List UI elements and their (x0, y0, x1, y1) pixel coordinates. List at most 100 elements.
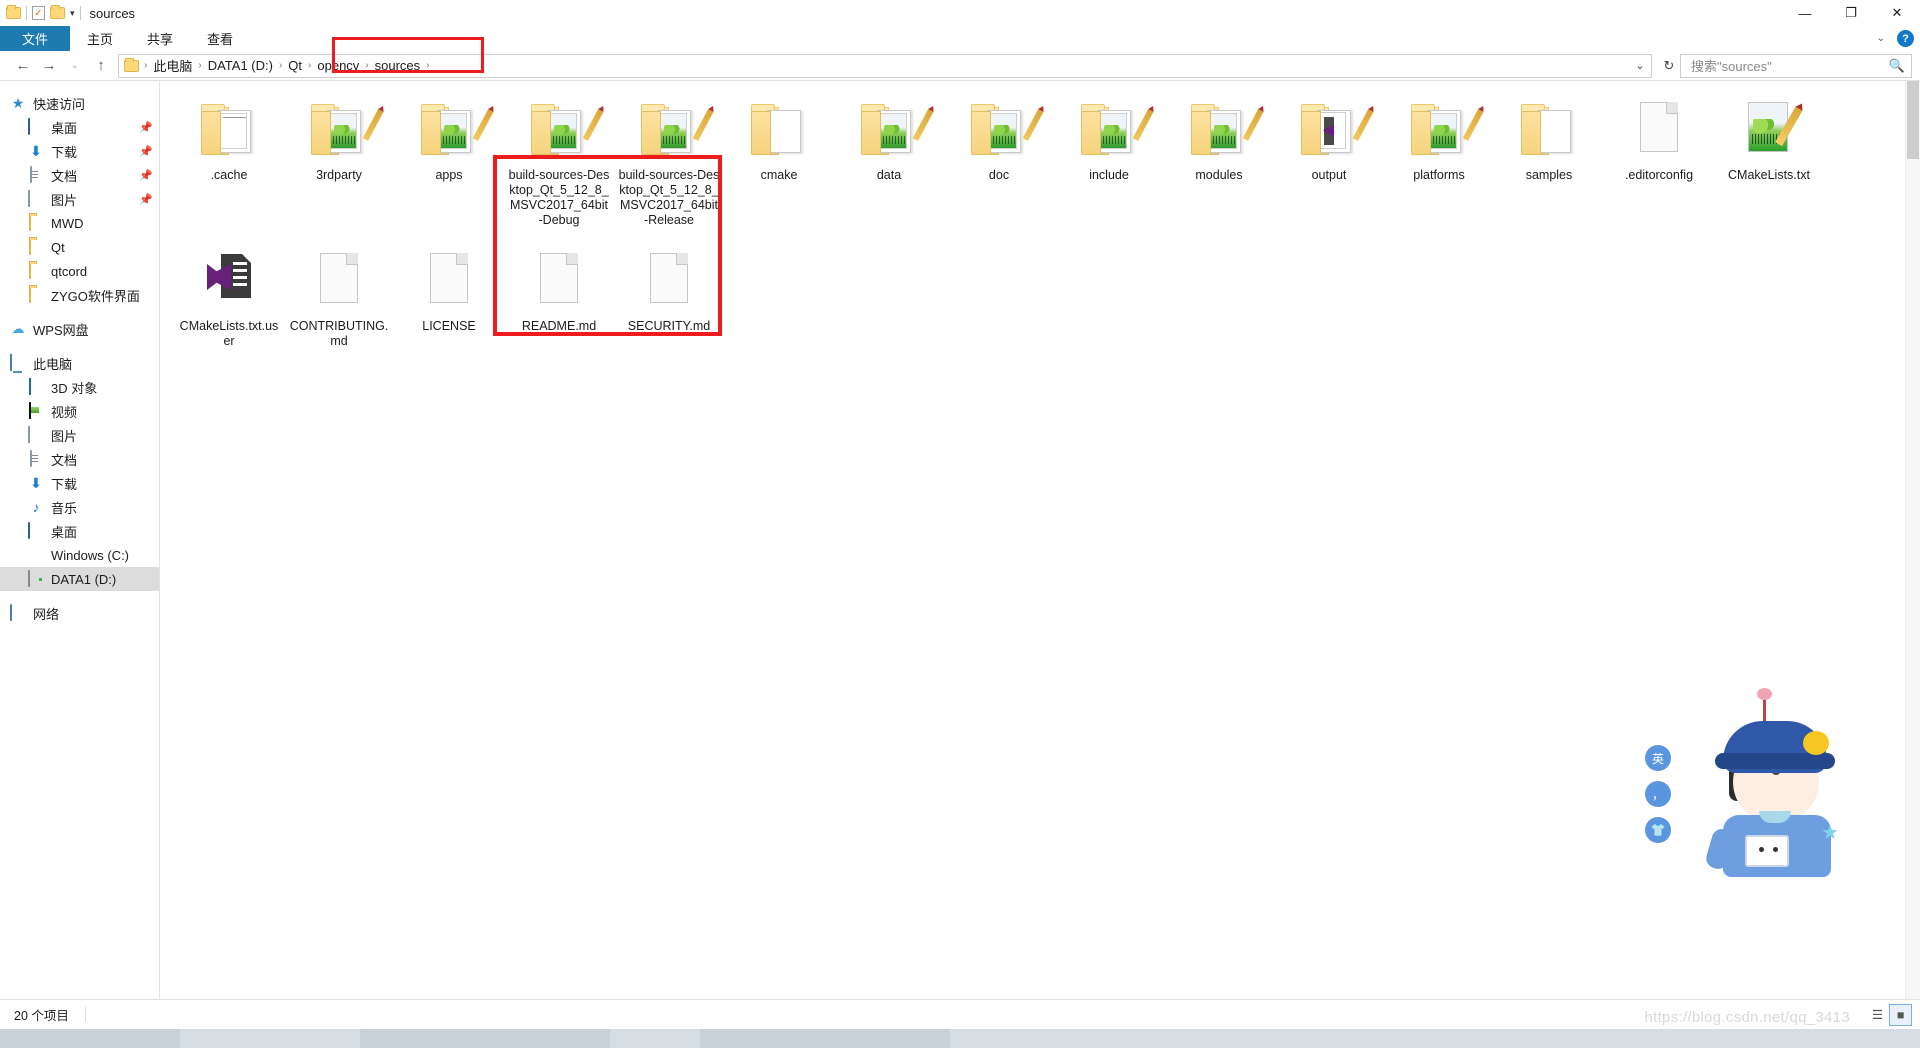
breadcrumb-item-data1[interactable]: DATA1 (D:) (203, 56, 278, 75)
file-item[interactable]: .cache (174, 95, 284, 232)
breadcrumb-item-sources[interactable]: sources (370, 56, 426, 75)
icon-grid: .cache 3rdparty apps build-sources-Deskt… (160, 81, 1920, 367)
pin-icon[interactable]: 📌 (139, 145, 153, 158)
sidebar-item-desktop-pc[interactable]: 桌面 (0, 519, 159, 543)
sidebar-item-pictures-pc[interactable]: 图片 (0, 423, 159, 447)
file-name: build-sources-Desktop_Qt_5_12_8_MSVC2017… (618, 168, 720, 227)
close-button[interactable]: ✕ (1874, 0, 1920, 26)
breadcrumb-separator: › (426, 60, 430, 71)
file-item[interactable]: output (1274, 95, 1384, 232)
recent-locations-button[interactable]: ⌄ (62, 53, 88, 79)
pin-icon[interactable]: 📌 (139, 169, 153, 182)
breadcrumb-item-qt[interactable]: Qt (283, 56, 307, 75)
chevron-down-icon[interactable]: ▾ (70, 8, 75, 19)
sidebar-item-downloads-pc[interactable]: ⬇ 下载 (0, 471, 159, 495)
ime-floating-widget[interactable]: 英 ， 👕 ★ (1645, 688, 1875, 887)
tab-view[interactable]: 查看 (190, 26, 250, 51)
sidebar-item-label: 文档 (51, 452, 78, 468)
file-item[interactable]: 3rdparty (284, 95, 394, 232)
ime-skin-button[interactable]: 👕 (1645, 817, 1671, 843)
search-input[interactable]: 搜索"sources" 🔍 (1680, 53, 1912, 78)
file-item[interactable]: data (834, 95, 944, 232)
ime-button-group: 英 ， 👕 (1645, 745, 1671, 843)
breadcrumb[interactable]: › 此电脑 › DATA1 (D:) › Qt › opencv › sourc… (118, 53, 1652, 78)
maximize-button[interactable]: ❐ (1828, 0, 1874, 26)
file-item[interactable]: README.md (504, 246, 614, 353)
sidebar-item-videos[interactable]: 视频 (0, 399, 159, 423)
sidebar-item-wps-cloud[interactable]: ☁ WPS网盘 (0, 317, 159, 341)
file-item[interactable]: platforms (1384, 95, 1494, 232)
details-view-icon[interactable]: ☰ (1866, 1004, 1889, 1026)
help-icon[interactable]: ? (1897, 30, 1914, 47)
sidebar-item-documents[interactable]: 文档 📌 (0, 163, 159, 187)
3d-objects-icon (29, 378, 31, 395)
file-item[interactable]: .editorconfig (1604, 95, 1714, 232)
navigation-pane[interactable]: ★ 快速访问 桌面 📌 ⬇ 下载 📌 文档 📌 图片 📌 MWD Qt qtco… (0, 81, 160, 1017)
sidebar-item-zygo[interactable]: ZYGO软件界面 (0, 283, 159, 307)
sidebar-item-qt[interactable]: Qt (0, 235, 159, 259)
back-button[interactable]: ← (10, 53, 36, 79)
scrollbar-thumb[interactable] (1907, 81, 1919, 159)
sidebar-item-documents-pc[interactable]: 文档 (0, 447, 159, 471)
refresh-icon[interactable]: ↻ (1658, 55, 1680, 77)
file-item[interactable]: modules (1164, 95, 1274, 232)
file-item[interactable]: doc (944, 95, 1054, 232)
sidebar-item-music[interactable]: ♪ 音乐 (0, 495, 159, 519)
documents-icon (30, 450, 32, 467)
minimize-button[interactable]: — (1782, 0, 1828, 26)
tab-home[interactable]: 主页 (70, 26, 130, 51)
properties-icon[interactable]: ✓ (32, 6, 45, 20)
search-icon[interactable]: 🔍 (1889, 58, 1905, 74)
taskbar-segment (0, 1029, 180, 1048)
file-name: SECURITY.md (627, 319, 711, 333)
sidebar-item-this-pc[interactable]: 此电脑 (0, 351, 159, 375)
breadcrumb-item-opencv[interactable]: opencv (312, 56, 364, 75)
new-folder-icon[interactable] (50, 5, 65, 19)
folder-icon[interactable] (6, 5, 21, 19)
tab-file[interactable]: 文件 (0, 26, 71, 51)
large-icons-view-icon[interactable]: ■ (1889, 1003, 1912, 1026)
ime-punctuation-toggle[interactable]: ， (1645, 781, 1671, 807)
chevron-down-icon[interactable]: ⌄ (1877, 33, 1885, 44)
file-item[interactable]: cmake (724, 95, 834, 232)
sidebar-item-network[interactable]: 网络 (0, 601, 159, 625)
this-pc-icon (10, 354, 12, 371)
file-item[interactable]: apps (394, 95, 504, 232)
sidebar-item-pictures[interactable]: 图片 📌 (0, 187, 159, 211)
chevron-down-icon[interactable]: ⌄ (1629, 55, 1651, 77)
sidebar-item-desktop[interactable]: 桌面 📌 (0, 115, 159, 139)
sidebar-item-downloads[interactable]: ⬇ 下载 📌 (0, 139, 159, 163)
folder-icon (1297, 101, 1374, 161)
breadcrumb-item-this-pc[interactable]: 此电脑 (148, 54, 197, 77)
ime-mascot[interactable]: ★ (1693, 688, 1853, 882)
pin-icon[interactable]: 📌 (139, 121, 153, 134)
sidebar-item-data1-d[interactable]: DATA1 (D:) (0, 567, 159, 591)
ime-language-toggle[interactable]: 英 (1645, 745, 1671, 771)
window-controls: — ❐ ✕ (1782, 0, 1920, 26)
sidebar-item-3d-objects[interactable]: 3D 对象 (0, 375, 159, 399)
file-item[interactable]: CMakeLists.txt.user (174, 246, 284, 353)
sidebar-item-windows-c[interactable]: Windows (C:) (0, 543, 159, 567)
file-item[interactable]: CMakeLists.txt (1714, 95, 1824, 232)
tab-share[interactable]: 共享 (130, 26, 190, 51)
sidebar-item-mwd[interactable]: MWD (0, 211, 159, 235)
sidebar-item-quick-access[interactable]: ★ 快速访问 (0, 91, 159, 115)
sidebar-item-qtcord[interactable]: qtcord (0, 259, 159, 283)
file-item[interactable]: build-sources-Desktop_Qt_5_12_8_MSVC2017… (614, 95, 724, 232)
pin-icon[interactable]: 📌 (139, 193, 153, 206)
music-icon: ♪ (32, 499, 40, 515)
file-item[interactable]: SECURITY.md (614, 246, 724, 353)
up-button[interactable]: ↑ (88, 53, 114, 79)
file-item[interactable]: samples (1494, 95, 1604, 232)
file-item[interactable]: LICENSE (394, 246, 504, 353)
forward-button[interactable]: → (36, 53, 62, 79)
sidebar-item-label: 下载 (51, 144, 78, 160)
file-name: CONTRIBUTING.md (289, 319, 389, 348)
network-icon (10, 604, 12, 621)
vertical-scrollbar[interactable]: ▲ ▼ (1905, 81, 1920, 1017)
file-item[interactable]: CONTRIBUTING.md (284, 246, 394, 353)
file-item[interactable]: build-sources-Desktop_Qt_5_12_8_MSVC2017… (504, 95, 614, 232)
file-list-pane[interactable]: .cache 3rdparty apps build-sources-Deskt… (160, 81, 1920, 1017)
file-item[interactable]: include (1054, 95, 1164, 232)
